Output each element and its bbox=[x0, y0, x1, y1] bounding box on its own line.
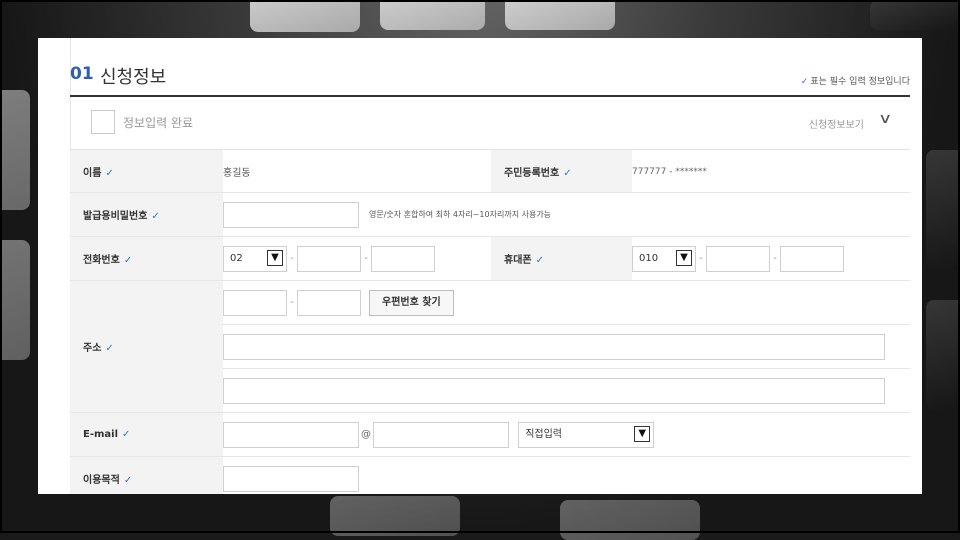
keyboard-key bbox=[0, 240, 30, 360]
phone-value-cell: 02 ▼ - - bbox=[223, 236, 491, 281]
zip-second-input[interactable] bbox=[297, 289, 361, 316]
email-label: E-mail bbox=[83, 429, 119, 440]
rrn-value: 777777 - ******* bbox=[632, 166, 707, 177]
form-row-email: E-mail ✓ @ 직접입력 ▼ bbox=[70, 412, 910, 457]
phone-label-cell: 전화번호 ✓ bbox=[70, 236, 223, 281]
name-value-cell: 홍길동 bbox=[223, 150, 491, 193]
zip-cell: - 우편번호 찾기 bbox=[223, 280, 910, 325]
purpose-label: 이용목적 bbox=[83, 475, 120, 486]
separator: - bbox=[364, 253, 368, 264]
phone-last-input[interactable] bbox=[371, 245, 435, 272]
keyboard-key bbox=[250, 0, 360, 32]
section-number: 01 bbox=[70, 64, 94, 84]
section-title: 신청정보 bbox=[100, 67, 167, 88]
required-note: ✓ 표는 필수 입력 정보입니다 bbox=[801, 74, 910, 87]
purpose-input[interactable] bbox=[223, 465, 359, 492]
zip-first-input[interactable] bbox=[223, 289, 287, 316]
mobile-last-input[interactable] bbox=[780, 245, 844, 272]
section-header: 01 신청정보 ✓ 표는 필수 입력 정보입니다 bbox=[70, 64, 910, 98]
separator: - bbox=[290, 253, 294, 264]
password-label-cell: 발급용비밀번호 ✓ bbox=[70, 192, 223, 237]
phone-area-code-select[interactable]: 02 ▼ bbox=[223, 245, 287, 272]
find-zipcode-button[interactable]: 우편번호 찾기 bbox=[369, 289, 454, 316]
rrn-label: 주민등록번호 bbox=[504, 167, 560, 179]
name-label-cell: 이름 ✓ bbox=[70, 150, 223, 193]
check-icon: ✓ bbox=[123, 255, 133, 266]
address-line2-cell bbox=[223, 368, 910, 413]
check-icon: ✓ bbox=[563, 167, 572, 179]
form-row-purpose: 이용목적 ✓ bbox=[70, 456, 910, 494]
mobile-prefix-select[interactable]: 010 ▼ bbox=[632, 245, 696, 272]
name-value: 홍길동 bbox=[223, 167, 251, 179]
address-label-cell: 주소 ✓ bbox=[70, 280, 223, 413]
keyboard-key bbox=[505, 0, 615, 30]
address-line2-input[interactable] bbox=[223, 377, 885, 404]
password-input[interactable] bbox=[223, 201, 359, 228]
keyboard-key bbox=[330, 496, 460, 536]
required-note-text: 표는 필수 입력 정보입니다 bbox=[810, 77, 910, 87]
mobile-middle-input[interactable] bbox=[706, 245, 770, 272]
check-icon: ✓ bbox=[123, 475, 133, 486]
keyboard-key bbox=[926, 150, 960, 270]
purpose-value-cell bbox=[223, 456, 910, 494]
keyboard-key bbox=[380, 0, 485, 30]
phone-area-code-value: 02 bbox=[230, 252, 243, 264]
phone-middle-input[interactable] bbox=[297, 245, 361, 272]
input-complete-label: 정보입력 완료 bbox=[123, 116, 194, 130]
email-value-cell: @ 직접입력 ▼ bbox=[223, 412, 910, 457]
password-value-cell: 영문/숫자 혼합하여 최하 4자리~10자리까지 사용가능 bbox=[223, 192, 910, 237]
check-icon: ✓ bbox=[105, 167, 114, 179]
address-line1-input[interactable] bbox=[223, 333, 885, 360]
view-application-info-link[interactable]: 신청정보보기 bbox=[809, 116, 864, 131]
check-icon: ✓ bbox=[800, 77, 809, 87]
rrn-label-cell: 주민등록번호 ✓ bbox=[491, 150, 632, 193]
chevron-down-icon[interactable]: ∨ bbox=[878, 111, 892, 127]
form-row-name: 이름 ✓ 홍길동 주민등록번호 ✓ 777777 - ******* bbox=[70, 150, 910, 193]
name-label: 이름 bbox=[83, 167, 102, 179]
address-label: 주소 bbox=[83, 343, 102, 354]
input-complete-checkbox[interactable] bbox=[91, 110, 115, 134]
form-row-address-zip: 주소 ✓ - 우편번호 찾기 bbox=[70, 280, 910, 413]
rrn-value-cell: 777777 - ******* bbox=[632, 150, 910, 193]
separator: - bbox=[773, 253, 777, 264]
keyboard-key bbox=[560, 500, 700, 540]
keyboard-key bbox=[0, 90, 30, 210]
email-domain-select-value: 직접입력 bbox=[525, 428, 562, 440]
password-label: 발급용비밀번호 bbox=[83, 211, 148, 222]
purpose-label-cell: 이용목적 ✓ bbox=[70, 456, 223, 494]
dropdown-arrow-icon: ▼ bbox=[676, 249, 692, 266]
email-domain-input[interactable] bbox=[373, 421, 509, 448]
form-row-password: 발급용비밀번호 ✓ 영문/숫자 혼합하여 최하 4자리~10자리까지 사용가능 bbox=[70, 192, 910, 237]
separator: - bbox=[290, 297, 294, 308]
at-sign: @ bbox=[361, 429, 371, 440]
application-form-table: 이름 ✓ 홍길동 주민등록번호 ✓ 777777 - ******* 발급용비밀번호… bbox=[70, 150, 910, 494]
check-icon: ✓ bbox=[105, 343, 114, 354]
check-icon: ✓ bbox=[122, 429, 131, 440]
application-form-panel: 01 신청정보 ✓ 표는 필수 입력 정보입니다 정보입력 완료 신청정보보기 ∨… bbox=[38, 38, 922, 494]
mobile-value-cell: 010 ▼ - - bbox=[632, 236, 910, 281]
dropdown-arrow-icon: ▼ bbox=[634, 425, 651, 442]
password-hint: 영문/숫자 혼합하여 최하 4자리~10자리까지 사용가능 bbox=[369, 210, 552, 219]
check-icon: ✓ bbox=[151, 211, 160, 222]
separator: - bbox=[699, 253, 703, 264]
input-complete-row: 정보입력 완료 신청정보보기 ∨ bbox=[70, 97, 910, 150]
form-row-phone: 전화번호 ✓ 02 ▼ - - 휴대폰 ✓ 010 ▼ - - bbox=[70, 236, 910, 281]
keyboard-key bbox=[926, 300, 960, 410]
address-line1-cell bbox=[223, 324, 910, 369]
phone-label: 전화번호 bbox=[83, 255, 120, 266]
mobile-label-cell: 휴대폰 ✓ bbox=[491, 236, 632, 281]
dropdown-arrow-icon: ▼ bbox=[267, 249, 283, 266]
email-label-cell: E-mail ✓ bbox=[70, 412, 223, 457]
email-domain-select[interactable]: 직접입력 ▼ bbox=[518, 421, 655, 448]
email-id-input[interactable] bbox=[223, 421, 359, 448]
mobile-label: 휴대폰 bbox=[504, 255, 532, 266]
check-icon: ✓ bbox=[535, 255, 544, 266]
keyboard-key bbox=[870, 0, 960, 30]
mobile-prefix-value: 010 bbox=[639, 252, 659, 264]
